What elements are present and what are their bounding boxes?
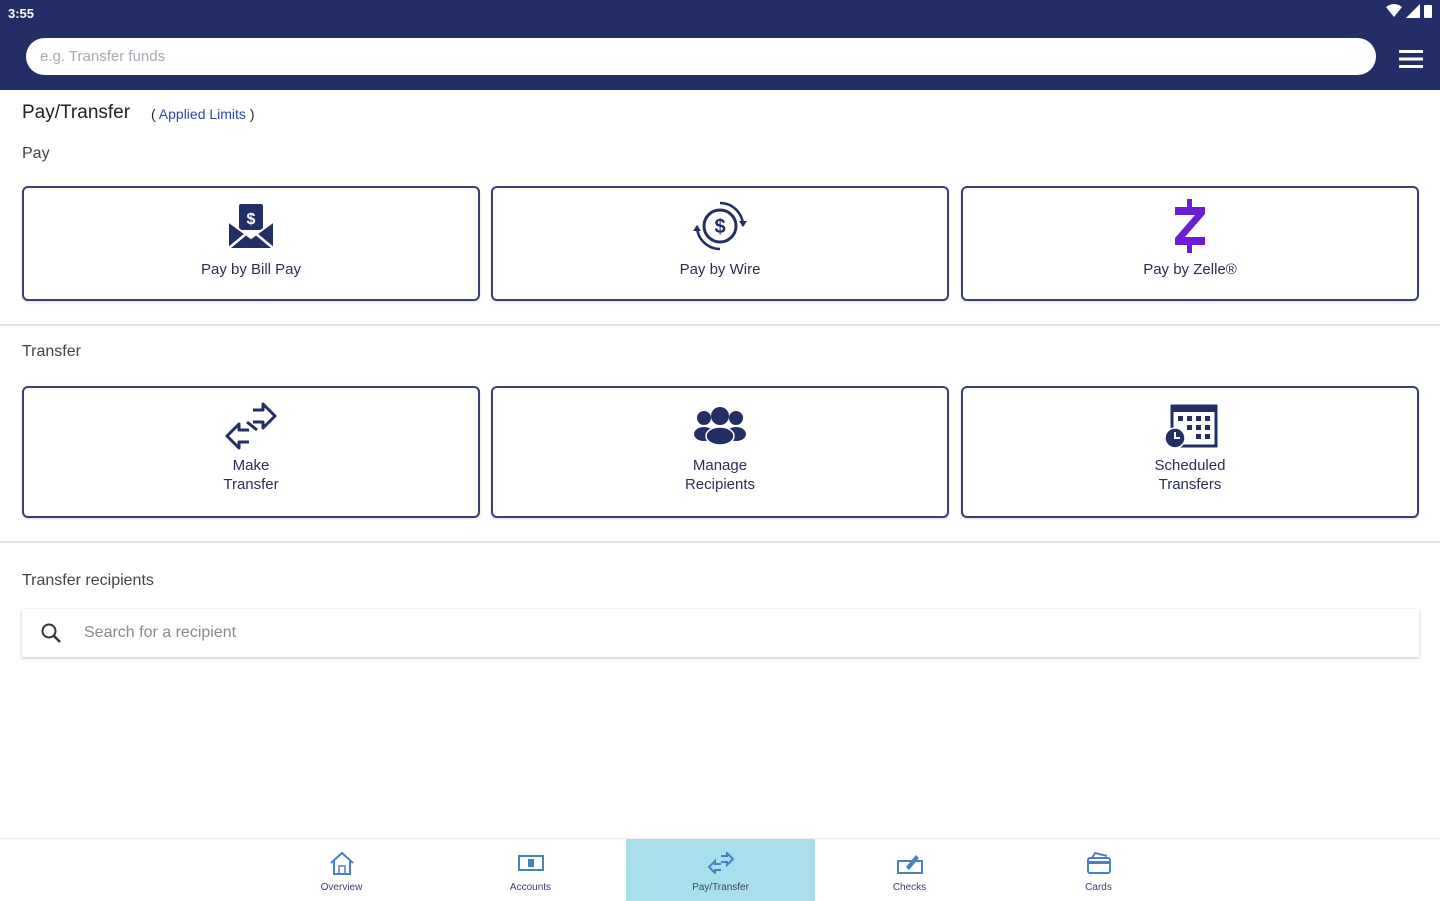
wire-dollar-icon: $ xyxy=(693,198,747,254)
manage-recipients-label-line1: Manage xyxy=(692,457,748,474)
make-transfer-tile[interactable]: Make Transfer xyxy=(22,386,480,518)
global-search-field[interactable] xyxy=(26,38,1376,75)
scheduled-transfers-label: Scheduled Transfers xyxy=(1155,456,1226,494)
applied-limits: ( Applied Limits ) xyxy=(151,106,255,122)
status-icons xyxy=(1386,4,1432,18)
nav-accounts[interactable]: Accounts xyxy=(436,839,625,901)
nav-overview-label: Overview xyxy=(320,882,363,893)
pay-by-bill-pay-label: Pay by Bill Pay xyxy=(200,261,302,278)
cards-icon xyxy=(1085,849,1113,877)
applied-limits-close-paren: ) xyxy=(245,106,255,122)
manage-recipients-label-line2: Recipients xyxy=(684,476,756,493)
bill-pay-envelope-icon: $ xyxy=(225,198,277,254)
make-transfer-label: Make Transfer xyxy=(223,456,278,494)
nav-cards-label: Cards xyxy=(1085,882,1112,893)
search-icon xyxy=(41,623,61,643)
applied-limits-open-paren: ( xyxy=(151,106,159,122)
people-icon xyxy=(692,398,748,454)
section-divider xyxy=(0,541,1440,543)
nav-checks[interactable]: Checks xyxy=(815,839,1004,901)
manage-recipients-tile[interactable]: Manage Recipients xyxy=(491,386,949,518)
check-deposit-icon xyxy=(896,849,924,877)
svg-text:$: $ xyxy=(247,211,256,228)
recipient-search-field[interactable] xyxy=(22,609,1419,657)
section-divider xyxy=(0,324,1440,326)
make-transfer-label-line1: Make xyxy=(232,457,270,474)
svg-text:$: $ xyxy=(714,216,725,238)
top-app-bar: 3:55 xyxy=(0,0,1440,90)
pay-by-zelle-label: Pay by Zelle® xyxy=(1143,261,1237,278)
manage-recipients-label: Manage Recipients xyxy=(685,456,755,494)
battery-icon xyxy=(1424,5,1432,18)
make-transfer-label-line2: Transfer xyxy=(223,476,279,493)
hamburger-menu-button[interactable] xyxy=(1398,48,1424,70)
pay-by-wire-label: Pay by Wire xyxy=(679,261,761,278)
home-icon xyxy=(328,849,356,877)
nav-cards[interactable]: Cards xyxy=(1004,839,1193,901)
nav-pay-transfer-label: Pay/Transfer xyxy=(692,882,749,893)
recipient-search-input[interactable] xyxy=(82,623,1286,643)
applied-limits-link[interactable]: Applied Limits xyxy=(159,106,246,122)
scheduled-transfers-tile[interactable]: Scheduled Transfers xyxy=(961,386,1419,518)
page-title: Pay/Transfer xyxy=(22,102,131,123)
signal-icon xyxy=(1406,4,1420,18)
scheduled-transfers-label-line2: Transfers xyxy=(1158,476,1222,493)
scheduled-transfers-label-line1: Scheduled xyxy=(1154,457,1226,474)
calendar-clock-icon xyxy=(1162,398,1218,454)
menu-icon xyxy=(1399,50,1423,68)
wifi-icon xyxy=(1386,4,1402,17)
nav-overview[interactable]: Overview xyxy=(247,839,436,901)
bottom-navigation: Overview Accounts Pay/Transfer Checks Ca… xyxy=(0,838,1440,901)
transfer-section-label: Transfer xyxy=(22,343,81,360)
transfer-arrows-icon xyxy=(223,398,279,454)
zelle-icon xyxy=(1170,198,1210,254)
transfer-arrows-icon xyxy=(707,849,735,877)
pay-by-zelle-tile[interactable]: Pay by Zelle® xyxy=(961,186,1419,301)
pay-by-wire-tile[interactable]: $ Pay by Wire xyxy=(491,186,949,301)
pay-section-label: Pay xyxy=(22,145,50,162)
global-search-input[interactable] xyxy=(38,47,1376,66)
accounts-icon xyxy=(517,849,545,877)
pay-by-bill-pay-tile[interactable]: $ Pay by Bill Pay xyxy=(22,186,480,301)
transfer-recipients-label: Transfer recipients xyxy=(22,572,154,589)
nav-accounts-label: Accounts xyxy=(509,882,552,893)
status-time: 3:55 xyxy=(8,6,35,21)
nav-pay-transfer[interactable]: Pay/Transfer xyxy=(626,839,815,901)
nav-checks-label: Checks xyxy=(892,882,927,893)
